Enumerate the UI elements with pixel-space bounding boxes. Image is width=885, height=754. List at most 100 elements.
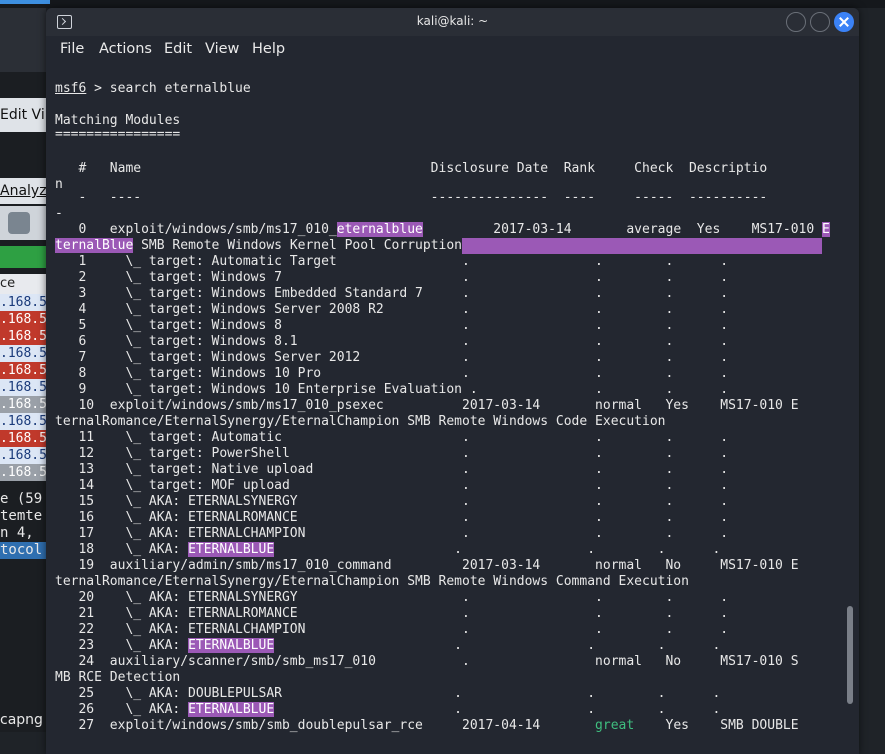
bg-packet-row[interactable]: .168.5 <box>0 311 46 328</box>
section-rule: ================ <box>55 127 181 142</box>
top-panel <box>0 0 885 8</box>
row-text: . . . . <box>274 638 721 653</box>
module-row: 7 \_ target: Windows Server 2012 . . . . <box>55 350 728 366</box>
row-text: SMB Remote Windows Kernel Pool Corruptio… <box>133 238 463 253</box>
row-text: . . . . <box>274 702 721 717</box>
bg-detail-line[interactable]: temte <box>0 508 46 525</box>
row-text: 7 \_ target: Windows Server 2012 . . . . <box>55 350 729 365</box>
menu-file[interactable]: File <box>60 39 84 59</box>
module-row: ternalRomance/EternalSynergy/EternalCham… <box>55 574 689 590</box>
row-text: 23 \_ AKA: <box>55 638 189 653</box>
row-text: 4 \_ target: Windows Server 2008 R2 . . … <box>55 302 729 317</box>
bg-packet-row[interactable]: .168.5 <box>0 396 46 413</box>
module-row: 17 \_ AKA: ETERNALCHAMPION . . . . <box>55 526 728 542</box>
terminal-window: kali@kali: ~ File Actions Edit View Help… <box>46 8 859 754</box>
row-text: 0 exploit/windows/smb/ms17_010_ <box>55 222 337 237</box>
row-text: 21 \_ AKA: ETERNALROMANCE . . . . <box>55 606 729 621</box>
module-row: 8 \_ target: Windows 10 Pro . . . . <box>55 366 728 382</box>
search-match-highlight: E <box>822 222 830 237</box>
selection-fill <box>462 238 823 254</box>
close-button[interactable] <box>834 12 854 32</box>
scrollbar[interactable] <box>847 606 853 704</box>
menu-help[interactable]: Help <box>252 39 285 59</box>
row-text: 24 auxiliary/scanner/smb/smb_ms17_010 . … <box>55 654 799 669</box>
bg-toolbar-icon[interactable] <box>8 212 30 234</box>
module-row: ternalBlue SMB Remote Windows Kernel Poo… <box>55 238 823 254</box>
row-text: . . . . <box>274 542 721 557</box>
bg-packet-row[interactable]: .168.5 <box>0 413 46 430</box>
module-row: 18 \_ AKA: ETERNALBLUE . . . . <box>55 542 720 558</box>
module-row: 23 \_ AKA: ETERNALBLUE . . . . <box>55 638 720 654</box>
row-text: 13 \_ target: Native upload . . . . <box>55 462 729 477</box>
menu-actions[interactable]: Actions <box>99 39 152 59</box>
module-row: 0 exploit/windows/smb/ms17_010_eternalbl… <box>55 222 830 238</box>
row-text: 25 \_ AKA: DOUBLEPULSAR . . . . <box>55 686 721 701</box>
row-text: 3 \_ target: Windows Embedded Standard 7… <box>55 286 729 301</box>
search-match-highlight: ternalBlue <box>55 238 134 253</box>
module-row: 10 exploit/windows/smb/ms17_010_psexec 2… <box>55 398 799 414</box>
module-row: ternalRomance/EternalSynergy/EternalCham… <box>55 414 665 430</box>
bg-packet-row[interactable]: .168.5 <box>0 328 46 345</box>
table-header: # Name Disclosure Date Rank Check Descri… <box>55 161 768 176</box>
prompt-line: msf6 > search eternalblue <box>55 81 251 97</box>
row-text: 8 \_ target: Windows 10 Pro . . . . <box>55 366 729 381</box>
module-row: 4 \_ target: Windows Server 2008 R2 . . … <box>55 302 728 318</box>
module-row: 2 \_ target: Windows 7 . . . . <box>55 270 728 286</box>
bg-detail-line[interactable]: tocol <box>0 542 46 559</box>
bg-filter-bar[interactable] <box>0 246 46 268</box>
search-match-highlight: ETERNALBLUE <box>188 702 275 717</box>
row-text: 17 \_ AKA: ETERNALCHAMPION . . . . <box>55 526 729 541</box>
row-text: 19 auxiliary/admin/smb/ms17_010_command … <box>55 558 799 573</box>
module-row: 27 exploit/windows/smb/smb_doublepulsar_… <box>55 718 798 734</box>
bg-packet-row[interactable]: .168.5 <box>0 294 46 311</box>
row-text: 10 exploit/windows/smb/ms17_010_psexec 2… <box>55 398 799 413</box>
row-text: 9 \_ target: Windows 10 Enterprise Evalu… <box>55 382 729 397</box>
row-text: 1 \_ target: Automatic Target . . . . <box>55 254 729 269</box>
bg-detail-line[interactable]: e (59 <box>0 491 46 508</box>
bg-packet-row[interactable]: .168.5 <box>0 362 46 379</box>
bg-packet-row[interactable]: .168.5 <box>0 379 46 396</box>
menu-view[interactable]: View <box>205 39 239 59</box>
title-bar[interactable]: kali@kali: ~ <box>46 8 859 36</box>
bg-column-header[interactable]: ce <box>0 274 46 294</box>
module-row: 13 \_ target: Native upload . . . . <box>55 462 728 478</box>
bg-analyze-menu[interactable]: Analyz <box>0 178 46 204</box>
row-text: ternalRomance/EternalSynergy/EternalCham… <box>55 414 666 429</box>
row-text: 15 \_ AKA: ETERNALSYNERGY . . . . <box>55 494 729 509</box>
row-text: 27 exploit/windows/smb/smb_doublepulsar_… <box>55 718 596 733</box>
row-text: 18 \_ AKA: <box>55 542 189 557</box>
maximize-button[interactable] <box>810 12 830 32</box>
module-row: 3 \_ target: Windows Embedded Standard 7… <box>55 286 728 302</box>
terminal-output[interactable]: msf6 > search eternalblue Matching Modul… <box>46 64 859 754</box>
row-text: 20 \_ AKA: ETERNALSYNERGY . . . . <box>55 590 729 605</box>
search-match-highlight: eternalblue <box>336 222 423 237</box>
prompt: msf6 <box>55 81 87 96</box>
row-text: ternalRomance/EternalSynergy/EternalCham… <box>55 574 689 589</box>
bg-detail-line[interactable]: n 4, <box>0 525 46 542</box>
minimize-button[interactable] <box>786 12 806 32</box>
row-text: 5 \_ target: Windows 8 . . . . <box>55 318 729 333</box>
command-text: > search eternalblue <box>86 81 251 96</box>
table-rule: - ---- --------------- ---- ----- ------… <box>55 190 768 205</box>
bg-packet-row[interactable]: .168.5 <box>0 345 46 362</box>
search-match-highlight: ETERNALBLUE <box>188 638 275 653</box>
window-title: kali@kali: ~ <box>416 14 489 28</box>
row-text: 14 \_ target: MOF upload . . . . <box>55 478 729 493</box>
bg-packet-row[interactable]: .168.5 <box>0 447 46 464</box>
module-row: 1 \_ target: Automatic Target . . . . <box>55 254 728 270</box>
module-row: 19 auxiliary/admin/smb/ms17_010_command … <box>55 558 799 574</box>
rank-great: great <box>595 718 635 733</box>
module-row: 26 \_ AKA: ETERNALBLUE . . . . <box>55 702 720 718</box>
menu-edit[interactable]: Edit <box>164 39 192 59</box>
module-row: 6 \_ target: Windows 8.1 . . . . <box>55 334 728 350</box>
module-row: 15 \_ AKA: ETERNALSYNERGY . . . . <box>55 494 728 510</box>
module-row: MB RCE Detection <box>55 670 180 686</box>
bg-toolbar <box>0 206 46 240</box>
bg-packet-row[interactable]: .168.5 <box>0 464 46 481</box>
bg-menubar[interactable]: Edit Vi <box>0 98 46 132</box>
active-workspace-indicator[interactable] <box>0 0 50 4</box>
module-row: 25 \_ AKA: DOUBLEPULSAR . . . . <box>55 686 720 702</box>
row-text: 6 \_ target: Windows 8.1 . . . . <box>55 334 729 349</box>
row-text: 11 \_ target: Automatic . . . . <box>55 430 729 445</box>
bg-packet-row[interactable]: .168.5 <box>0 430 46 447</box>
